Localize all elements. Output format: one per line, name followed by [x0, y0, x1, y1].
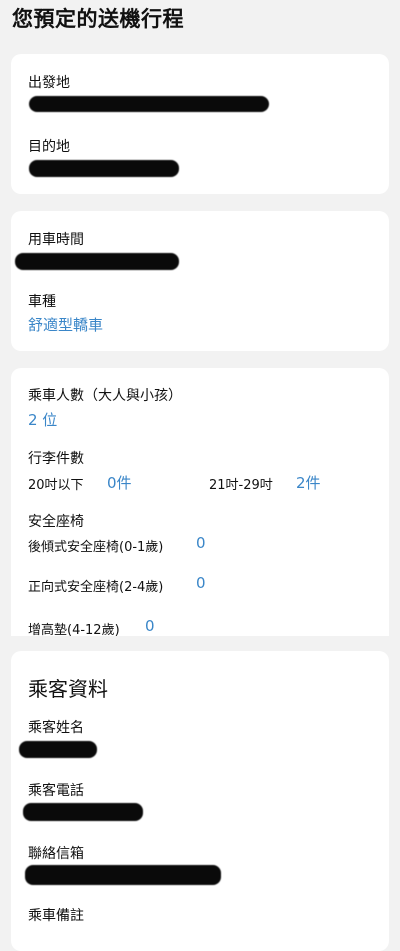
passenger-name-label: 乘客姓名 — [28, 720, 84, 736]
passenger-name-redacted-value — [19, 741, 97, 758]
forward-facing-seat-value: 0 — [196, 574, 206, 592]
passenger-count-card: 乘車人數（大人與小孩） 2 位 行李件數 20吋以下 0件 21吋-29吋 2件… — [11, 368, 389, 638]
luggage-large-value: 2件 — [296, 474, 321, 492]
passenger-phone-label: 乘客電話 — [28, 783, 84, 799]
luggage-large-label: 21吋-29吋 — [209, 478, 273, 493]
rear-facing-seat-value: 0 — [196, 534, 206, 552]
destination-redacted-value — [29, 160, 179, 177]
vehicle-card: 用車時間 車種 舒適型轎車 — [11, 211, 389, 351]
origin-label: 出發地 — [28, 75, 70, 91]
origin-redacted-value — [29, 96, 269, 112]
time-label: 用車時間 — [28, 232, 84, 248]
passenger-phone-redacted-value — [23, 803, 143, 821]
rear-facing-seat-label: 後傾式安全座椅(0-1歲) — [28, 540, 164, 555]
passenger-info-title: 乘客資料 — [28, 677, 108, 701]
passenger-count-label: 乘車人數（大人與小孩） — [28, 388, 182, 404]
luggage-label: 行李件數 — [28, 451, 84, 467]
booster-seat-value: 0 — [145, 617, 155, 635]
route-card: 出發地 目的地 — [11, 54, 389, 194]
destination-label: 目的地 — [28, 139, 70, 155]
forward-facing-seat-label: 正向式安全座椅(2-4歲) — [28, 580, 164, 595]
passenger-info-card: 乘客資料 乘客姓名 乘客電話 聯絡信箱 乘車備註 — [11, 651, 389, 951]
page-title: 您預定的送機行程 — [12, 7, 184, 31]
vehicle-type-value: 舒適型轎車 — [28, 316, 104, 334]
luggage-small-value: 0件 — [107, 474, 132, 492]
booster-seat-label: 增高墊(4-12歲) — [28, 623, 120, 638]
contact-email-label: 聯絡信箱 — [28, 846, 84, 862]
safety-seat-label: 安全座椅 — [28, 514, 84, 530]
contact-email-redacted-value — [25, 865, 221, 885]
time-redacted-value — [15, 253, 179, 270]
passenger-count-value: 2 位 — [28, 411, 58, 429]
vehicle-type-label: 車種 — [28, 294, 56, 310]
luggage-small-label: 20吋以下 — [28, 478, 84, 493]
ride-notes-label: 乘車備註 — [28, 908, 84, 924]
